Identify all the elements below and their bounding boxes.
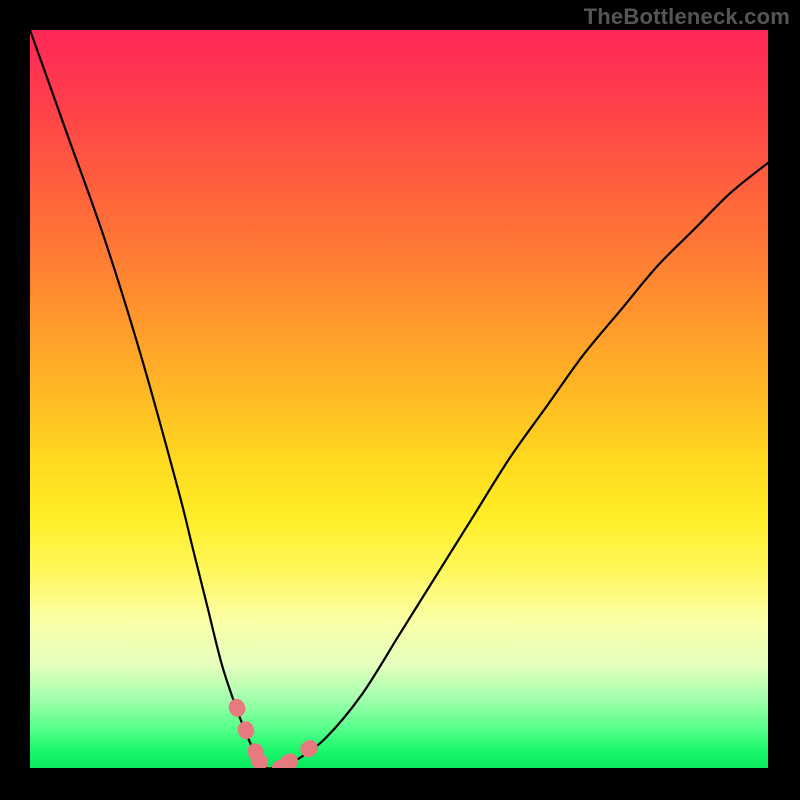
- optimal-marker-right: [288, 748, 310, 763]
- curve-layer: [30, 30, 768, 768]
- bottleneck-curve: [30, 30, 768, 768]
- watermark-text: TheBottleneck.com: [584, 4, 790, 30]
- chart-stage: TheBottleneck.com: [0, 0, 800, 800]
- plot-area: [30, 30, 768, 768]
- optimal-marker-left: [237, 707, 259, 759]
